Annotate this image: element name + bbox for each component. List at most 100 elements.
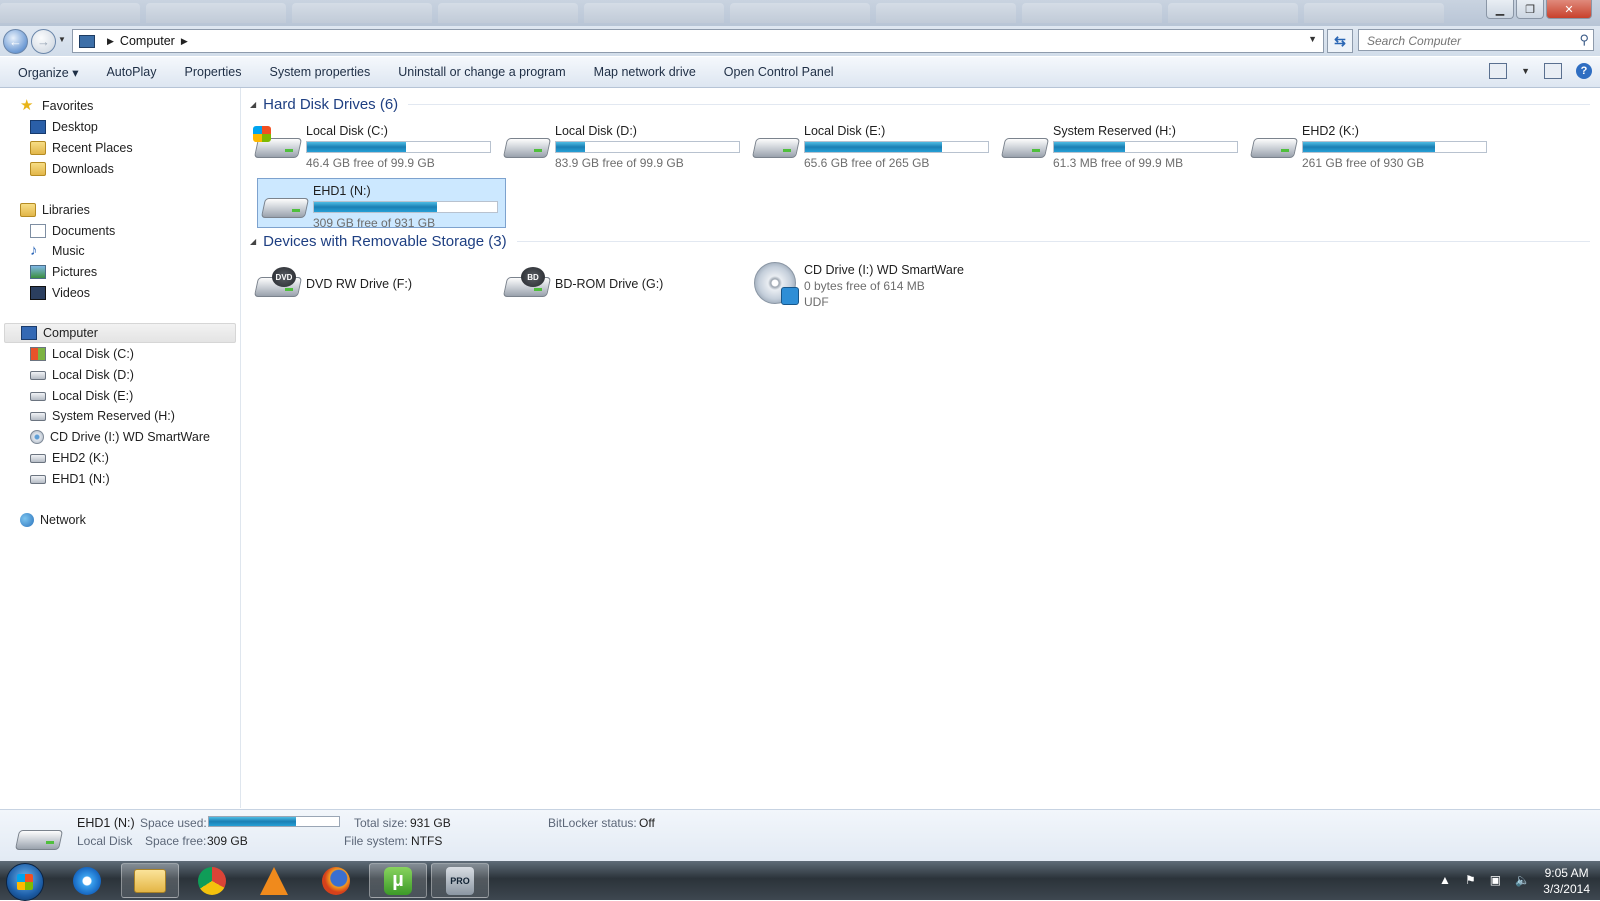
group-header-hard-disks[interactable]: ◢ Hard Disk Drives (6)	[250, 96, 1590, 113]
nav-item-drive-i[interactable]: CD Drive (I:) WD SmartWare	[30, 427, 210, 447]
collapse-triangle-icon[interactable]: ◢	[250, 100, 256, 109]
collapse-triangle-icon[interactable]: ◢	[250, 237, 256, 246]
drive-name: Local Disk (E:)	[804, 124, 886, 138]
minimize-button[interactable]: ▁	[1486, 0, 1514, 19]
drive-free-space: 61.3 MB free of 99.9 MB	[1053, 156, 1184, 170]
drive-name: Local Disk (C:)	[306, 124, 388, 138]
nav-item-drive-e[interactable]: Local Disk (E:)	[30, 386, 133, 406]
window-controls: ▁ ❐ ✕	[1486, 0, 1592, 19]
action-center-flag-icon[interactable]: ⚑	[1465, 873, 1476, 887]
forward-button[interactable]: →	[31, 29, 56, 54]
drive-tile-n[interactable]: EHD1 (N:) 309 GB free of 931 GB	[257, 178, 506, 230]
drive-tile-e[interactable]: Local Disk (E:) 65.6 GB free of 265 GB	[749, 119, 993, 170]
clock-date: 3/3/2014	[1543, 882, 1590, 896]
restore-button[interactable]: ❐	[1516, 0, 1544, 19]
search-box[interactable]: ⚲	[1358, 29, 1594, 51]
nav-label: Local Disk (D:)	[52, 368, 134, 382]
group-header-removable[interactable]: ◢ Devices with Removable Storage (3)	[250, 233, 1590, 250]
device-tile-bd[interactable]: BD BD-ROM Drive (G:)	[500, 258, 744, 308]
device-tile-cd[interactable]: CD Drive (I:) WD SmartWare 0 bytes free …	[749, 258, 993, 309]
nav-item-downloads[interactable]: Downloads	[30, 159, 114, 179]
drive-tile-k[interactable]: EHD2 (K:) 261 GB free of 930 GB	[1247, 119, 1491, 170]
network-icon	[20, 513, 34, 527]
start-button[interactable]	[6, 863, 44, 901]
nav-item-drive-h[interactable]: System Reserved (H:)	[30, 406, 175, 426]
preview-pane-icon[interactable]	[1544, 63, 1562, 79]
drive-usage-fill	[1303, 142, 1435, 152]
space-used-label: Space used:	[140, 816, 207, 830]
drive-usage-bar	[1053, 141, 1238, 153]
device-tile-dvd[interactable]: DVD DVD RW Drive (F:)	[251, 258, 495, 308]
recent-pages-dropdown[interactable]: ▼	[58, 35, 66, 44]
uninstall-program-button[interactable]: Uninstall or change a program	[384, 65, 579, 79]
drive-free-space: 83.9 GB free of 99.9 GB	[555, 156, 684, 170]
total-size-label: Total size:	[354, 816, 408, 830]
nav-item-drive-c[interactable]: Local Disk (C:)	[30, 344, 134, 364]
breadcrumb-computer[interactable]: Computer	[120, 34, 175, 48]
nav-label: Computer	[43, 326, 98, 340]
nav-label: Favorites	[42, 99, 94, 113]
autoplay-button[interactable]: AutoPlay	[92, 65, 170, 79]
drive-tile-c[interactable]: Local Disk (C:) 46.4 GB free of 99.9 GB	[251, 119, 495, 170]
taskbar-app-ie[interactable]	[58, 863, 116, 898]
downloads-icon	[30, 162, 46, 176]
taskbar-app-explorer[interactable]	[121, 863, 179, 898]
nav-label: Documents	[52, 224, 116, 238]
system-properties-button[interactable]: System properties	[255, 65, 384, 79]
nav-item-drive-n[interactable]: EHD1 (N:)	[30, 469, 110, 489]
show-hidden-icons-button[interactable]: ▲	[1439, 873, 1451, 887]
breadcrumb-separator-icon[interactable]: ▶	[107, 36, 114, 47]
drive-free-space: 46.4 GB free of 99.9 GB	[306, 156, 435, 170]
drive-tile-d[interactable]: Local Disk (D:) 83.9 GB free of 99.9 GB	[500, 119, 744, 170]
back-arrow-icon: ←	[9, 34, 22, 49]
breadcrumb-separator-icon[interactable]: ▶	[181, 36, 188, 47]
network-status-icon[interactable]: ▣	[1490, 873, 1501, 887]
map-network-drive-button[interactable]: Map network drive	[580, 65, 710, 79]
taskbar-clock[interactable]: 9:05 AM 3/3/2014	[1543, 865, 1590, 897]
taskbar-app-firefox[interactable]	[307, 863, 365, 898]
nav-item-music[interactable]: ♪ Music	[30, 241, 85, 261]
drive-icon	[502, 130, 552, 160]
nav-label: Network	[40, 513, 86, 527]
nav-item-pictures[interactable]: Pictures	[30, 262, 97, 282]
drive-usage-fill	[314, 202, 437, 212]
nav-item-drive-k[interactable]: EHD2 (K:)	[30, 448, 109, 468]
nav-label: Downloads	[52, 162, 114, 176]
nav-label: CD Drive (I:) WD SmartWare	[50, 430, 210, 444]
address-history-dropdown[interactable]: ▼	[1308, 34, 1317, 44]
taskbar-app-chrome[interactable]	[183, 863, 241, 898]
nav-item-recent-places[interactable]: Recent Places	[30, 138, 133, 158]
refresh-button[interactable]: ⇆	[1327, 29, 1353, 53]
nav-favorites[interactable]: ★ Favorites	[20, 96, 93, 116]
drive-tile-h[interactable]: System Reserved (H:) 61.3 MB free of 99.…	[998, 119, 1242, 170]
nav-network[interactable]: Network	[20, 510, 86, 530]
title-bar: ▁ ❐ ✕	[0, 0, 1600, 26]
address-bar[interactable]: ▶ Computer ▶ ▼	[72, 29, 1324, 53]
help-icon[interactable]: ?	[1576, 63, 1592, 79]
volume-icon[interactable]: 🔈	[1515, 873, 1530, 887]
windows-explorer-icon	[134, 868, 166, 893]
nav-item-drive-d[interactable]: Local Disk (D:)	[30, 365, 134, 385]
close-button[interactable]: ✕	[1546, 0, 1592, 19]
nav-libraries[interactable]: Libraries	[20, 200, 90, 220]
organize-menu[interactable]: Organize ▾	[0, 65, 92, 80]
properties-button[interactable]: Properties	[171, 65, 256, 79]
device-name: BD-ROM Drive (G:)	[555, 277, 664, 291]
firefox-icon	[322, 866, 350, 895]
open-control-panel-button[interactable]: Open Control Panel	[710, 65, 848, 79]
taskbar-app-utorrent[interactable]: µ	[369, 863, 427, 898]
search-icon[interactable]: ⚲	[1579, 32, 1589, 48]
view-options-dropdown[interactable]: ▼	[1521, 66, 1530, 76]
details-pane: EHD1 (N:) Local Disk Space used: Space f…	[0, 809, 1600, 862]
nav-item-videos[interactable]: Videos	[30, 283, 90, 303]
drive-icon	[30, 370, 46, 380]
nav-item-desktop[interactable]: Desktop	[30, 117, 98, 137]
change-view-icon[interactable]	[1489, 63, 1508, 79]
back-button[interactable]: ←	[3, 29, 28, 54]
search-input[interactable]	[1365, 31, 1569, 51]
nav-computer[interactable]: Computer	[4, 323, 236, 343]
nav-label: Local Disk (E:)	[52, 389, 134, 403]
taskbar-app-vlc[interactable]	[245, 863, 303, 898]
nav-item-documents[interactable]: Documents	[30, 221, 115, 241]
taskbar-app-pro-dvd[interactable]: PRO	[431, 863, 489, 898]
